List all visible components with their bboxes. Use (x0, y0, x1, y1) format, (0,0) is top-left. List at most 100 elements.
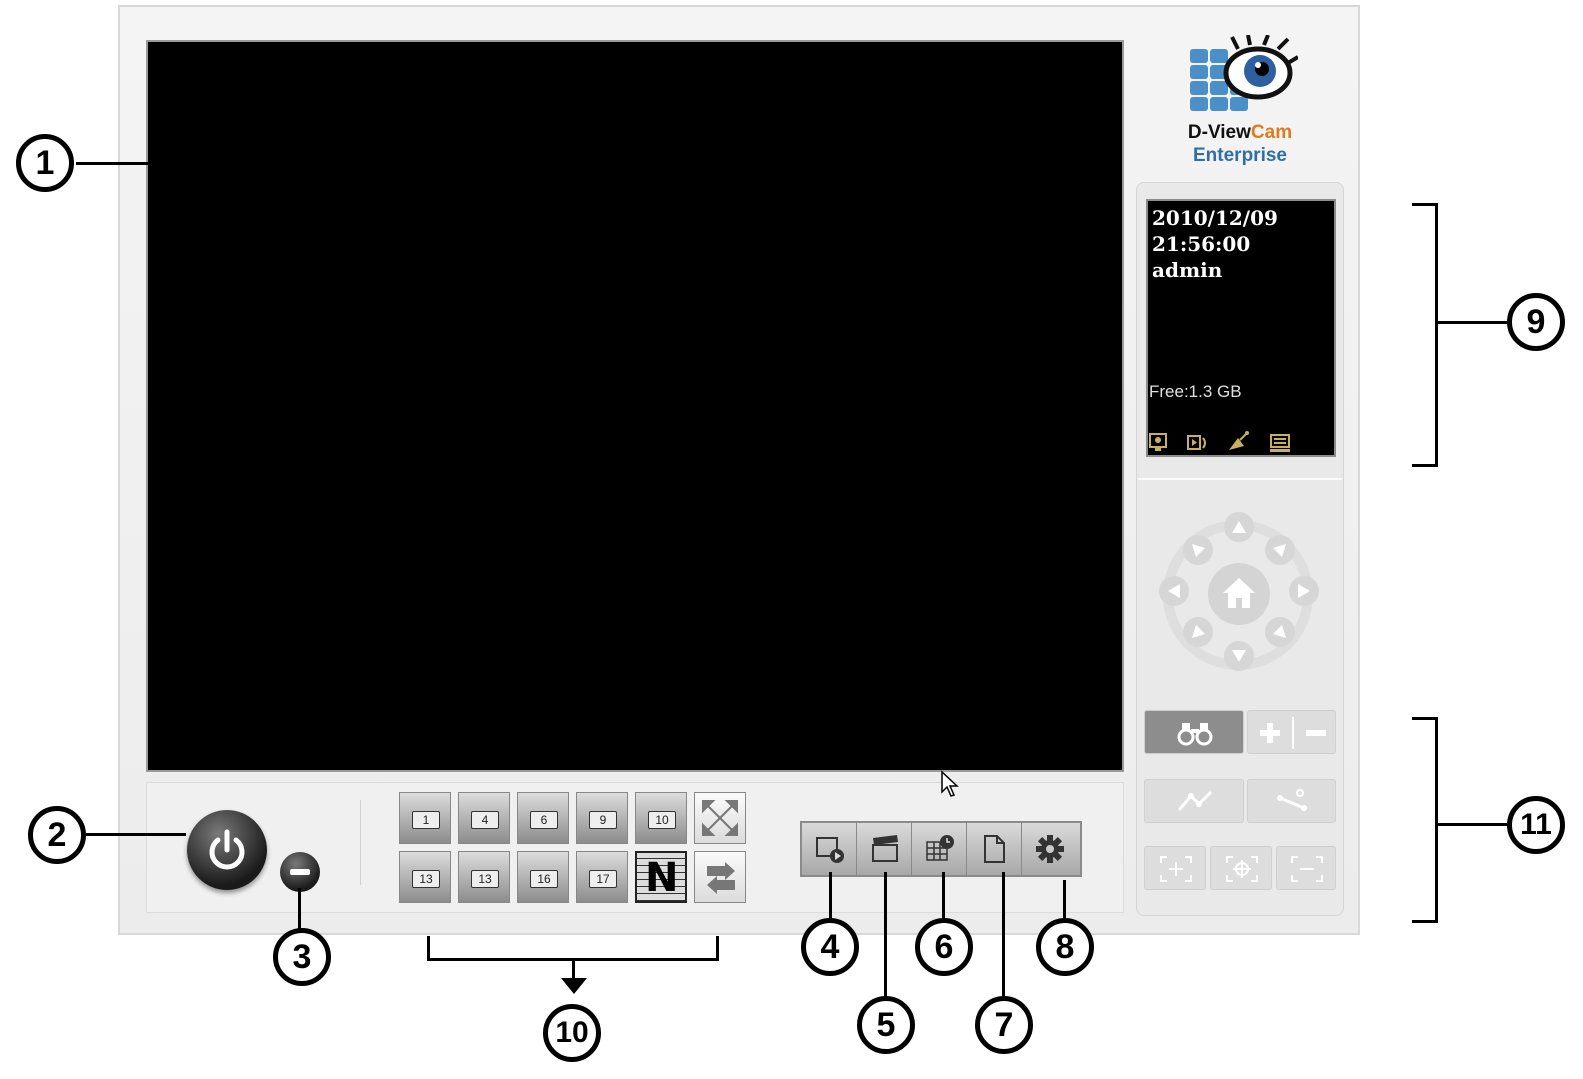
layout-label: N (645, 855, 679, 901)
focus-out-icon (1291, 856, 1323, 882)
layout-label: 6 (530, 811, 558, 829)
callout-11-line (1435, 823, 1507, 826)
arrow-right-icon (1298, 584, 1310, 598)
zoom-view-button[interactable] (1144, 710, 1244, 754)
gear-icon (1036, 835, 1064, 863)
auto-focus-button[interactable] (1210, 846, 1272, 890)
layout-10-button[interactable]: 10 (635, 792, 687, 844)
callout-6-line (942, 872, 945, 920)
fullscreen-icon (702, 800, 738, 836)
playback-icon (816, 837, 844, 863)
settings-button[interactable] (1022, 823, 1077, 875)
layout-16-button[interactable]: 16 (517, 851, 569, 903)
callout-4-line (829, 872, 832, 920)
arrow-up-left-icon (1192, 544, 1205, 557)
home-icon (1223, 578, 1255, 608)
layout-1-button[interactable]: 1 (399, 792, 451, 844)
recording-button[interactable] (857, 823, 912, 875)
bracket-9-vertical (1435, 203, 1438, 467)
dviewcam-logo-icon (1190, 35, 1298, 111)
layout-13b-button[interactable]: 13 (458, 851, 510, 903)
layout-n-button[interactable]: N (635, 851, 687, 903)
power-icon (209, 829, 245, 870)
arrow-down-icon (561, 978, 587, 994)
arrow-left-icon (1168, 584, 1180, 598)
zoom-out-icon[interactable] (1304, 721, 1328, 745)
satellite-status-icon (1229, 431, 1249, 450)
preset-points-button[interactable] (1247, 779, 1336, 823)
schedule-button[interactable] (912, 823, 967, 875)
mouse-cursor-icon (941, 770, 959, 797)
layout-label: 4 (471, 811, 499, 829)
clapperboard-icon (872, 835, 898, 862)
callout-1-line (76, 162, 148, 165)
points-icon (1277, 789, 1307, 811)
layout-6-button[interactable]: 6 (517, 792, 569, 844)
callout-9-line (1435, 321, 1507, 324)
minus-icon (290, 869, 310, 875)
callout-2-line (86, 833, 186, 836)
callout-5: 5 (857, 996, 915, 1054)
ptz-up-button[interactable] (1224, 512, 1254, 542)
crosshair-icon (1226, 856, 1258, 882)
playback-status-icon (1187, 435, 1206, 450)
patrol-path-button[interactable] (1144, 779, 1244, 823)
time-text: 21:56:00 (1152, 232, 1251, 256)
callout-7-line (1002, 872, 1005, 998)
callout-6: 6 (915, 918, 973, 976)
power-button[interactable] (187, 810, 267, 890)
callout-9: 9 (1507, 293, 1565, 351)
layout-label: 13 (471, 870, 499, 888)
zoom-adjust-group (1247, 710, 1336, 754)
bottom-divider (360, 800, 361, 885)
ptz-down-right-button[interactable] (1265, 617, 1295, 647)
layout-13a-button[interactable]: 13 (399, 851, 451, 903)
app-logo-subtitle: Enterprise (1193, 145, 1287, 166)
callout-8-line (1063, 880, 1066, 920)
bracket-11-vertical (1435, 717, 1438, 923)
app-logo-text: D-ViewCam (1187, 122, 1293, 143)
callout-8: 8 (1036, 918, 1094, 976)
callout-3: 3 (273, 928, 331, 986)
user-text: admin (1152, 258, 1223, 282)
schedule-icon (926, 835, 954, 861)
callout-3-line (298, 888, 301, 930)
layout-4-button[interactable]: 4 (458, 792, 510, 844)
callout-10: 10 (543, 1004, 601, 1062)
callout-4: 4 (801, 918, 859, 976)
swap-icon (707, 862, 735, 894)
arrow-down-left-icon (1192, 625, 1205, 638)
layout-label: 13 (412, 870, 440, 888)
live-video-area[interactable] (146, 40, 1124, 772)
ptz-left-button[interactable] (1159, 576, 1189, 606)
rotate-layout-button[interactable] (694, 851, 746, 903)
ptz-up-right-button[interactable] (1265, 535, 1295, 565)
layout-17-button[interactable]: 17 (576, 851, 628, 903)
playback-button[interactable] (802, 823, 857, 875)
bracket-10-left (427, 936, 430, 961)
arrow-down-right-icon (1273, 625, 1286, 638)
path-icon (1177, 790, 1213, 811)
ptz-down-left-button[interactable] (1183, 617, 1213, 647)
bracket-10-right (716, 936, 719, 961)
zoom-in-icon[interactable] (1258, 721, 1282, 745)
free-space-text: Free:1.3 GB (1149, 382, 1242, 401)
document-icon (984, 835, 1005, 863)
minimize-button[interactable] (280, 852, 320, 892)
fullscreen-button[interactable] (694, 792, 746, 844)
layout-label: 17 (589, 870, 617, 888)
log-button[interactable] (967, 823, 1022, 875)
ptz-home-button[interactable] (1208, 563, 1270, 625)
keyboard-status-icon (1270, 434, 1290, 452)
callout-7: 7 (975, 996, 1033, 1054)
layout-label: 1 (412, 811, 440, 829)
ptz-right-button[interactable] (1289, 576, 1319, 606)
ptz-down-button[interactable] (1224, 641, 1254, 671)
ptz-up-left-button[interactable] (1183, 535, 1213, 565)
callout-11: 11 (1507, 796, 1565, 854)
focus-near-button[interactable] (1144, 846, 1206, 890)
panel-divider (1138, 478, 1342, 480)
focus-in-icon (1160, 856, 1192, 882)
layout-9-button[interactable]: 9 (576, 792, 628, 844)
focus-far-button[interactable] (1276, 846, 1336, 890)
